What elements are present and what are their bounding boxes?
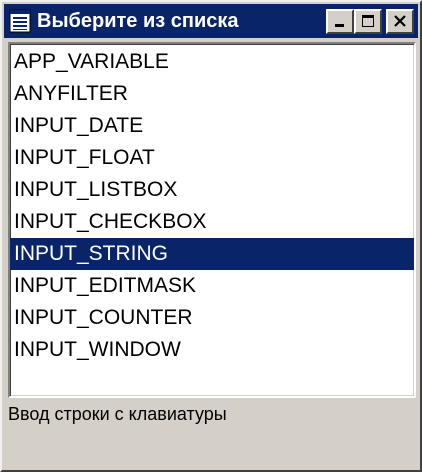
list-item[interactable]: APP_VARIABLE: [10, 46, 414, 78]
item-description: Ввод строки с клавиатуры: [8, 404, 227, 424]
close-button[interactable]: [386, 8, 414, 34]
options-list: APP_VARIABLE ANYFILTER INPUT_DATE INPUT_FLO…: [10, 44, 414, 366]
list-item[interactable]: INPUT_DATE: [10, 110, 414, 142]
close-icon: [394, 15, 406, 27]
list-item[interactable]: INPUT_COUNTER: [10, 302, 414, 334]
title-buttons: [326, 8, 414, 34]
minimize-button[interactable]: [326, 8, 354, 34]
list-item[interactable]: INPUT_EDITMASK: [10, 270, 414, 302]
maximize-icon: [362, 15, 374, 27]
list-item[interactable]: INPUT_CHECKBOX: [10, 206, 414, 238]
list-item[interactable]: INPUT_LISTBOX: [10, 174, 414, 206]
select-dialog: Выберите из списка APP_VARIABLEANYFILTE: [0, 0, 422, 472]
window-title: Выберите из списка: [37, 9, 239, 32]
list-item[interactable]: INPUT_STRING: [10, 238, 414, 270]
list-item[interactable]: INPUT_WINDOW: [10, 334, 414, 366]
list-window-icon: [9, 9, 31, 33]
maximize-button[interactable]: [354, 8, 382, 34]
list-item[interactable]: INPUT_FLOAT: [10, 142, 414, 174]
title-bar[interactable]: Выберите из списка: [4, 4, 418, 38]
list-item[interactable]: ANYFILTER: [10, 78, 414, 110]
minimize-icon: [335, 24, 344, 27]
options-listbox[interactable]: APP_VARIABLE ANYFILTER INPUT_DATE INPUT_FLO…: [8, 42, 416, 398]
